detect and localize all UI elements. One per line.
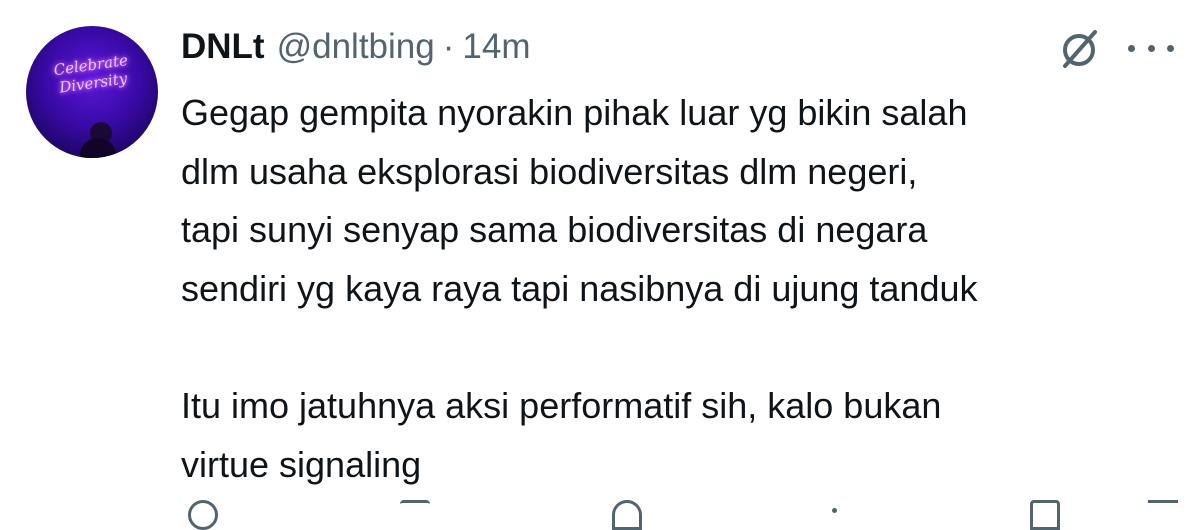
tweet-actions-bar xyxy=(0,488,1200,530)
reply-icon[interactable] xyxy=(188,500,218,530)
avatar[interactable]: Celebrate Diversity xyxy=(26,26,158,158)
avatar-person-body xyxy=(80,138,116,158)
like-icon[interactable] xyxy=(612,500,642,530)
views-icon[interactable] xyxy=(820,500,850,530)
separator-dot: · xyxy=(442,27,455,66)
timestamp[interactable]: 14m xyxy=(462,27,530,67)
bookmark-icon[interactable] xyxy=(1030,500,1060,530)
retweet-icon[interactable] xyxy=(400,500,430,530)
user-handle[interactable]: @dnltbing xyxy=(277,27,435,67)
more-dot xyxy=(1128,44,1135,52)
display-name[interactable]: DNLt xyxy=(181,27,265,67)
tweet-text: Gegap gempita nyorakin pihak luar yg bik… xyxy=(181,92,978,485)
avatar-neon-text: Celebrate Diversity xyxy=(52,50,129,97)
tweet-header: DNLt @dnltbing · 14m xyxy=(181,22,530,72)
tweet-card: Celebrate Diversity DNLt @dnltbing · 14m… xyxy=(0,0,1200,530)
more-dot xyxy=(1167,44,1174,52)
more-dots-icon[interactable] xyxy=(1128,30,1174,66)
more-dot xyxy=(1147,44,1155,52)
share-icon[interactable] xyxy=(1148,500,1178,530)
grok-slash-circle-icon[interactable] xyxy=(1055,24,1105,74)
